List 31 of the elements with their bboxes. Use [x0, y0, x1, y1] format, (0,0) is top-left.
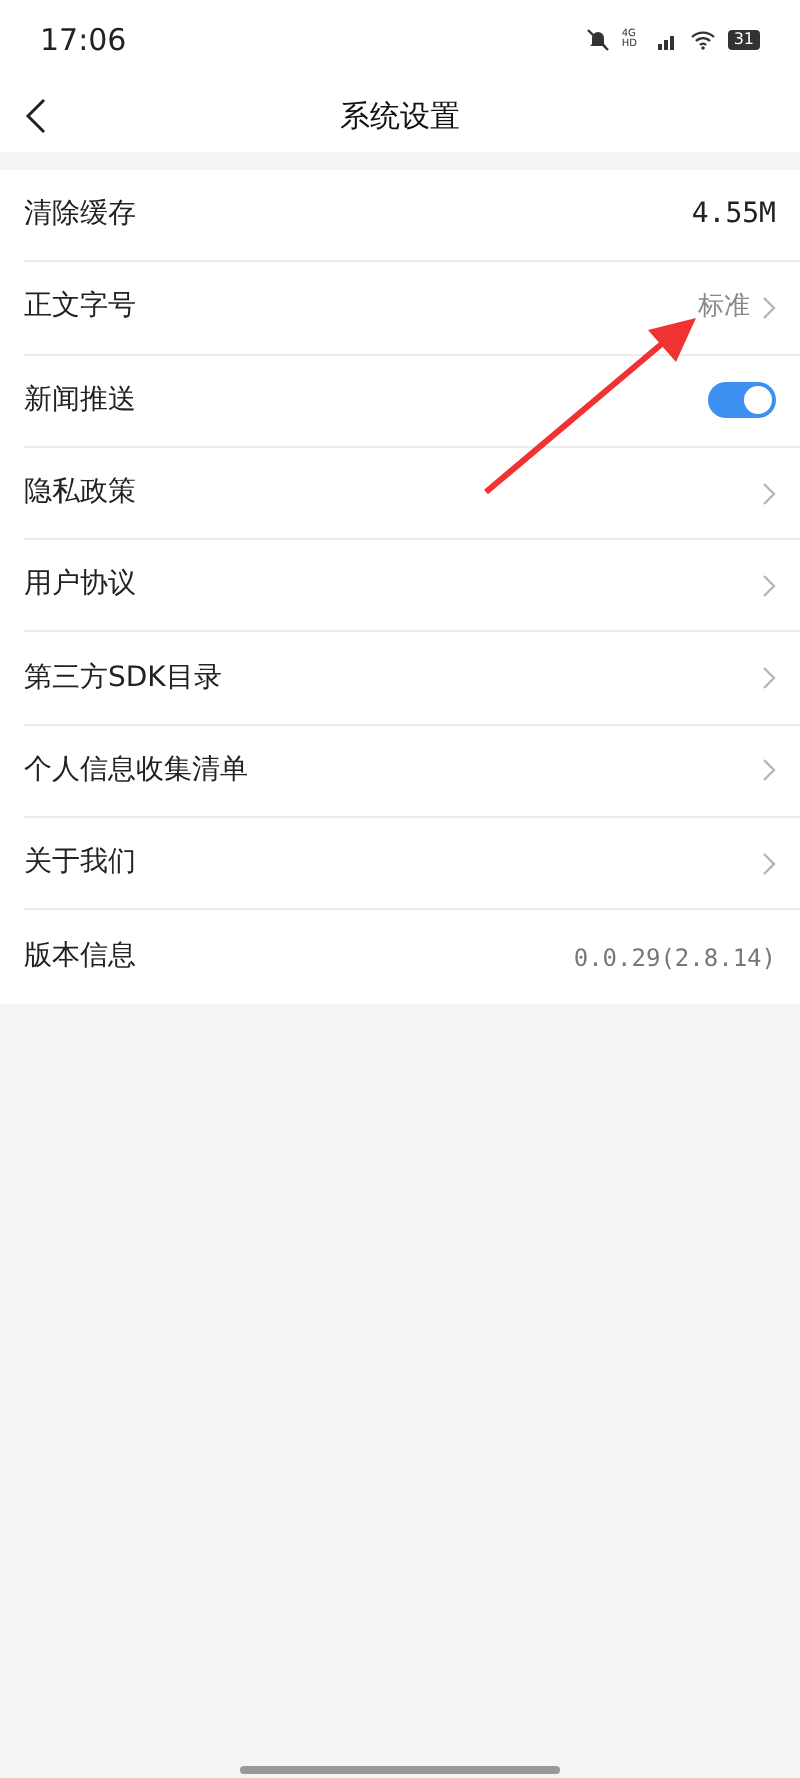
row-label: 个人信息收集清单 [24, 751, 248, 790]
page-title: 系统设置 [340, 95, 460, 138]
chevron-icon [762, 758, 776, 783]
row-label: 清除缓存 [24, 196, 136, 235]
chevron-icon [762, 481, 776, 506]
toggle-switch[interactable] [708, 382, 776, 419]
row-label: 第三方SDK目录 [24, 659, 222, 698]
back-icon [24, 98, 48, 134]
row-label: 关于我们 [24, 844, 136, 883]
status-time: 17:06 [40, 19, 127, 62]
row-value: 0.0.29(2.8.14) [573, 941, 776, 976]
mute-icon [585, 28, 610, 52]
row-label: 正文字号 [24, 288, 136, 327]
row-label: 隐私政策 [24, 474, 136, 513]
row-label: 用户协议 [24, 566, 136, 605]
settings-row[interactable]: 个人信息收集清单 [24, 725, 800, 819]
row-value: 标准 [698, 290, 750, 327]
battery-indicator: 31 [727, 30, 760, 50]
signal-icon [657, 31, 678, 49]
settings-row[interactable]: 关于我们 [24, 818, 800, 911]
chevron-icon [762, 851, 776, 876]
settings-row[interactable]: 用户协议 [24, 540, 800, 633]
chevron-icon [762, 666, 776, 691]
settings-row[interactable]: 隐私政策 [24, 447, 800, 541]
row-label: 版本信息 [24, 938, 136, 977]
row-value: 4.55M [691, 196, 776, 235]
wifi-icon [689, 30, 716, 50]
settings-row[interactable]: 第三方SDK目录 [24, 632, 800, 726]
chevron-icon [762, 295, 776, 320]
row-label: 新闻推送 [24, 381, 136, 420]
chevron-icon [762, 573, 776, 598]
